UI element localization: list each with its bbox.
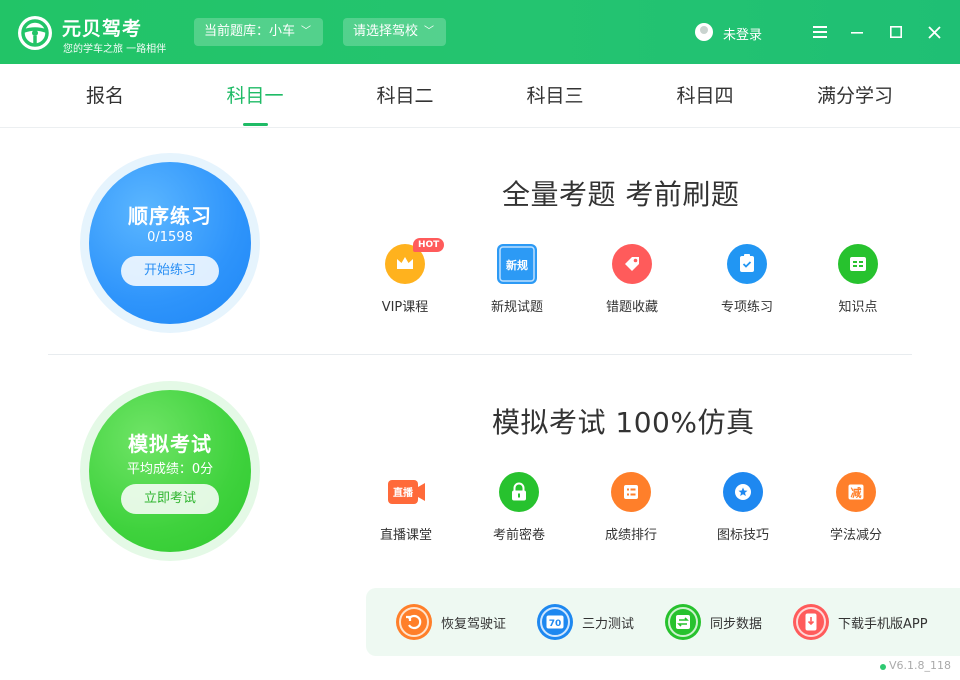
- tab-signup[interactable]: 报名: [30, 64, 180, 128]
- app-name: 元贝驾考: [62, 18, 143, 40]
- feature-vip-course[interactable]: HOT VIP课程: [355, 238, 455, 315]
- hot-badge: HOT: [413, 238, 445, 252]
- crown-icon: HOT: [385, 238, 445, 284]
- live-video-icon: 直播: [386, 472, 426, 512]
- restore-icon: [396, 604, 432, 640]
- feature-label: 直播课堂: [379, 528, 432, 543]
- feature-label: 成绩排行: [604, 528, 657, 543]
- menu-button[interactable]: [806, 18, 834, 46]
- sequential-practice-circle[interactable]: 顺序练习 0/1598 开始练习: [89, 162, 251, 324]
- feature-label: 学法减分: [829, 528, 882, 543]
- feature-secret-papers[interactable]: 考前密卷: [469, 472, 569, 543]
- feature-label: 专项练习: [720, 300, 773, 315]
- feature-law-study-deduction[interactable]: 减 学法减分: [806, 472, 906, 543]
- question-bank-dropdown[interactable]: 当前题库：小车 ﹀: [194, 18, 323, 46]
- feature-label: 错题收藏: [605, 300, 658, 315]
- minimize-icon: [851, 32, 863, 34]
- maximize-icon: [890, 26, 902, 38]
- feature-wrong-questions[interactable]: 错题收藏: [582, 244, 682, 315]
- start-exam-button[interactable]: 立即考试: [121, 484, 219, 514]
- title-bar: 元贝驾考 您的学车之旅 一路相伴 当前题库：小车 ﹀ 请选择驾校 ﹀ 未登录: [0, 0, 960, 64]
- sync-icon: [665, 604, 701, 640]
- practice-title: 顺序练习: [128, 204, 212, 228]
- chevron-down-icon: ﹀: [424, 26, 435, 37]
- lock-icon: [499, 472, 539, 512]
- download-app-button[interactable]: 下载手机版APP: [793, 604, 928, 640]
- feature-live-class[interactable]: 直播 直播课堂: [356, 472, 456, 543]
- app-slogan: 您的学车之旅 一路相伴: [63, 44, 167, 55]
- svg-text:新规: 新规: [506, 258, 528, 272]
- list-icon: [611, 472, 651, 512]
- version-label: V6.1.8_118: [889, 659, 952, 672]
- tab-subject-one[interactable]: 科目一: [180, 64, 330, 128]
- tab-subject-two[interactable]: 科目二: [330, 64, 480, 128]
- three-ability-test-button[interactable]: 70 三力测试: [537, 604, 634, 640]
- exam-heading: 模拟考试 100%仿真: [492, 406, 755, 439]
- close-button[interactable]: [920, 18, 948, 46]
- tab-subject-three[interactable]: 科目三: [480, 64, 630, 128]
- sync-data-button[interactable]: 同步数据: [665, 604, 762, 640]
- minimize-button[interactable]: [843, 18, 871, 46]
- feature-special-practice[interactable]: 专项练习: [697, 244, 797, 315]
- sequential-practice-card[interactable]: 顺序练习 0/1598 开始练习: [80, 153, 260, 333]
- subject-tabs: 报名 科目一 科目二 科目三 科目四 满分学习: [0, 64, 960, 128]
- hamburger-icon: [813, 26, 827, 38]
- reduce-points-icon: 减: [836, 472, 876, 512]
- restore-license-button[interactable]: 恢复驾驶证: [396, 604, 506, 640]
- section-divider: [48, 354, 912, 355]
- feature-sign-tips[interactable]: 图标技巧: [693, 472, 793, 543]
- feature-label: 考前密卷: [492, 528, 545, 543]
- steering-wheel-logo-icon: [18, 16, 52, 50]
- feature-new-rules[interactable]: 新规 新规试题: [467, 244, 567, 315]
- maximize-button[interactable]: [882, 18, 910, 46]
- tab-full-score-study[interactable]: 满分学习: [780, 64, 930, 128]
- user-avatar-icon[interactable]: [695, 23, 713, 41]
- tag-icon: [612, 244, 652, 284]
- mock-exam-card[interactable]: 模拟考试 平均成绩：0分 立即考试: [80, 381, 260, 561]
- login-status[interactable]: 未登录: [723, 24, 762, 43]
- average-score: 平均成绩：0分: [126, 462, 214, 477]
- bottom-item-label: 下载手机版APP: [838, 616, 928, 632]
- svg-text:70: 70: [549, 619, 562, 629]
- svg-text:直播: 直播: [393, 486, 414, 499]
- feature-knowledge-points[interactable]: 知识点: [808, 244, 908, 315]
- clipboard-check-icon: [727, 244, 767, 284]
- start-practice-button[interactable]: 开始练习: [121, 256, 219, 286]
- exam-title: 模拟考试: [128, 432, 212, 456]
- feature-label: 新规试题: [490, 300, 543, 315]
- mock-exam-circle[interactable]: 模拟考试 平均成绩：0分 立即考试: [89, 390, 251, 552]
- online-status-dot: [880, 664, 886, 670]
- tab-subject-four[interactable]: 科目四: [630, 64, 780, 128]
- feature-score-ranking[interactable]: 成绩排行: [581, 472, 681, 543]
- feature-label: 知识点: [838, 300, 878, 315]
- svg-text:减: 减: [851, 486, 862, 500]
- driving-school-dropdown[interactable]: 请选择驾校 ﹀: [343, 18, 446, 46]
- practice-progress: 0/1598: [147, 230, 193, 245]
- practice-heading: 全量考题 考前刷题: [502, 178, 740, 211]
- phone-download-icon: [793, 604, 829, 640]
- quick-actions-bar: 恢复驾驶证 70 三力测试 同步数据 下载手机版APP: [366, 588, 960, 656]
- star-icon: [723, 472, 763, 512]
- feature-label: VIP课程: [381, 300, 429, 315]
- close-icon: [927, 25, 941, 39]
- feature-label: 图标技巧: [716, 528, 769, 543]
- new-rules-icon: 新规: [497, 244, 537, 284]
- book-icon: [838, 244, 878, 284]
- driving-school-label: 请选择驾校: [353, 24, 419, 39]
- question-bank-label: 当前题库：小车: [204, 24, 296, 39]
- score-70-icon: 70: [537, 604, 573, 640]
- bottom-item-label: 同步数据: [710, 616, 763, 632]
- chevron-down-icon: ﹀: [301, 26, 312, 37]
- bottom-item-label: 恢复驾驶证: [441, 616, 507, 632]
- bottom-item-label: 三力测试: [582, 616, 635, 632]
